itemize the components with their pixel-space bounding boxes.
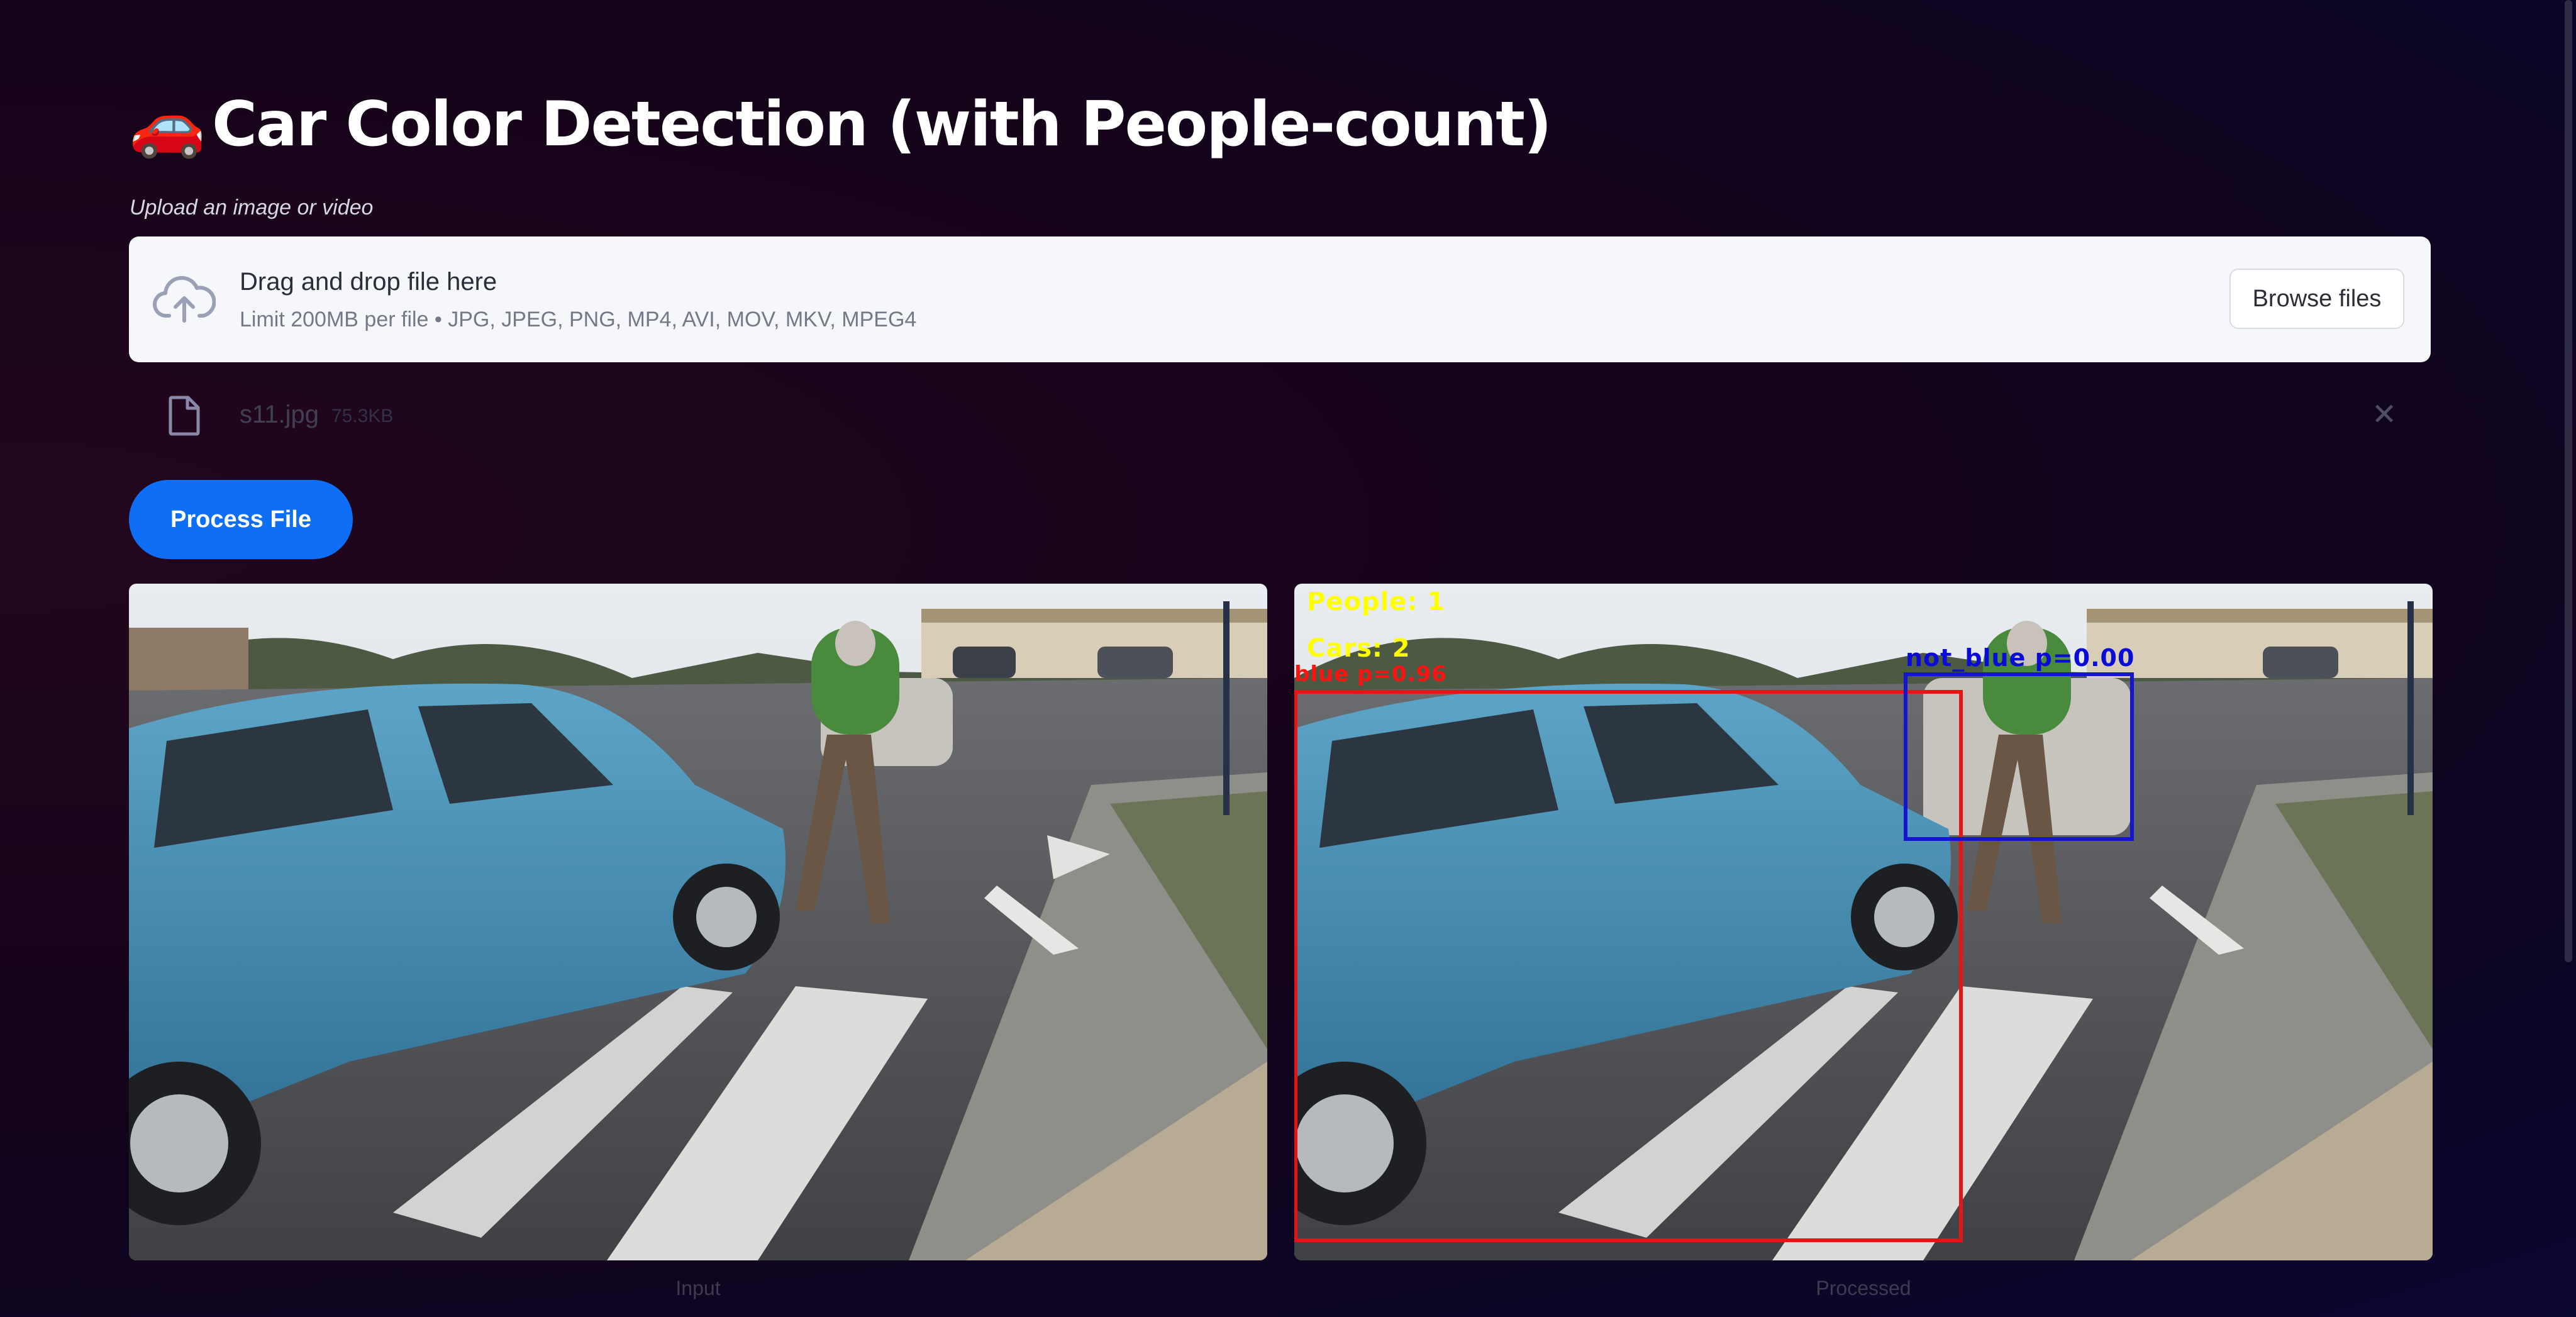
browse-files-button[interactable]: Browse files: [2229, 269, 2404, 329]
other-car-label: not_blue p=0.00: [1906, 644, 2135, 672]
page-scrollbar[interactable]: [2565, 0, 2572, 962]
processed-street-scene-photo: [1294, 584, 2433, 1260]
processed-caption: Processed: [1816, 1277, 1911, 1299]
people-count-overlay: People: 1: [1307, 587, 1446, 616]
process-file-button[interactable]: Process File: [129, 480, 353, 559]
blue-car-label: blue p=0.96: [1294, 662, 1447, 687]
cloud-upload-icon: [153, 275, 216, 323]
file-name: s11.jpg: [240, 401, 319, 428]
input-caption: Input: [675, 1277, 721, 1299]
close-icon[interactable]: ✕: [2372, 397, 2397, 432]
uploaded-file-row: s11.jpg 75.3KB ✕: [129, 381, 2431, 450]
street-scene-photo: [129, 584, 1267, 1260]
dropzone-title: Drag and drop file here: [240, 268, 497, 296]
page-title-text: Car Color Detection (with People-count): [212, 89, 1552, 160]
file-dropzone[interactable]: Drag and drop file here Limit 200MB per …: [129, 236, 2431, 362]
car-emoji-icon: 🚗: [129, 90, 206, 159]
file-icon: [169, 396, 200, 436]
processed-image: People: 1 Cars: 2 blue p=0.96 not_blue p…: [1294, 584, 2433, 1260]
input-image: [129, 584, 1267, 1260]
file-size: 75.3KB: [331, 406, 394, 426]
upload-label: Upload an image or video: [130, 196, 374, 220]
dropzone-limits: Limit 200MB per file • JPG, JPEG, PNG, M…: [240, 308, 917, 331]
cars-count-overlay: Cars: 2: [1307, 634, 1411, 663]
page-title: 🚗 Car Color Detection (with People-count…: [129, 74, 1552, 175]
